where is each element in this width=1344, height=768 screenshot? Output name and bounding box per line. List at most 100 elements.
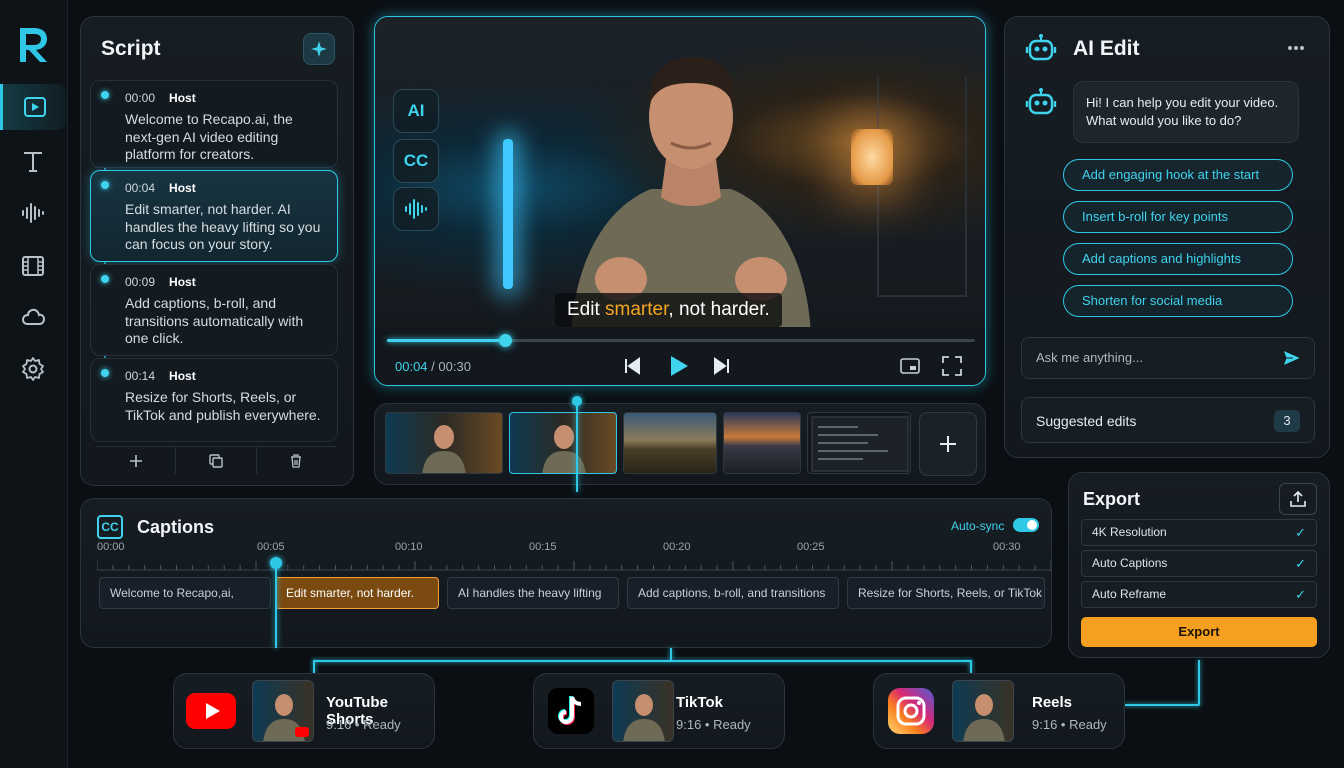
video-frame: AI CC Edit smarter, not harder. xyxy=(375,17,985,339)
platform-meta: 9:16 • Ready xyxy=(326,717,401,732)
suggested-edits-row[interactable]: Suggested edits 3 xyxy=(1021,397,1315,443)
suggestion-chip[interactable]: Add engaging hook at the start xyxy=(1063,159,1293,191)
clip-landscape[interactable] xyxy=(623,412,717,474)
bot-message: Hi! I can help you edit your video. What… xyxy=(1073,81,1299,143)
script-item[interactable]: 00:00 Host Welcome to Recapo.ai, the next… xyxy=(90,80,338,168)
sidebar-item-text[interactable] xyxy=(0,138,66,184)
progress-fill xyxy=(387,339,505,342)
ask-input[interactable]: Ask me anything... xyxy=(1021,337,1315,379)
trash-icon xyxy=(291,453,302,468)
connector-stem xyxy=(670,648,672,660)
progress-bar[interactable] xyxy=(387,334,975,347)
time-ruler[interactable] xyxy=(97,559,1051,571)
export-option-label: 4K Resolution xyxy=(1092,525,1167,539)
clip-sunset[interactable] xyxy=(723,412,801,474)
clip-playhead-knob[interactable] xyxy=(572,396,582,406)
add-line-button[interactable] xyxy=(96,447,177,474)
script-text: Edit smarter, not harder. AI handles the… xyxy=(125,201,321,252)
caption-segment[interactable]: Add captions, b-roll, and transitions xyxy=(627,577,839,609)
script-text: Welcome to Recapo.ai, the next-gen AI vi… xyxy=(125,111,293,162)
ruler-tick-label: 00:20 xyxy=(663,541,691,553)
connector-drop xyxy=(970,660,972,673)
subtitle-highlight: smarter xyxy=(605,299,669,320)
clip-presenter-image xyxy=(542,425,586,473)
clip-thumbnail-active[interactable] xyxy=(509,412,617,474)
sidebar-item-settings[interactable] xyxy=(0,346,66,392)
background-shelf xyxy=(877,77,967,297)
check-icon: ✓ xyxy=(1295,556,1306,571)
platform-thumbnail xyxy=(612,680,674,742)
presenter-thumbnail-image xyxy=(263,694,309,741)
pip-icon[interactable] xyxy=(899,355,921,377)
sidebar xyxy=(0,0,68,768)
audio-tool-button[interactable] xyxy=(393,187,439,231)
play-square-icon xyxy=(23,97,46,117)
suggestion-chip[interactable]: Add captions and highlights xyxy=(1063,243,1293,275)
clip-thumbnail[interactable] xyxy=(385,412,503,474)
ai-generate-button[interactable] xyxy=(303,33,335,65)
timeline-dot xyxy=(101,369,109,377)
plus-icon xyxy=(940,436,956,452)
export-option[interactable]: 4K Resolution ✓ xyxy=(1081,519,1317,546)
delete-button[interactable] xyxy=(257,447,336,474)
total-time: 00:30 xyxy=(438,359,471,374)
more-options-icon[interactable] xyxy=(1287,45,1305,51)
sidebar-item-audio[interactable] xyxy=(0,190,66,236)
caption-segment[interactable]: Resize for Shorts, Reels, or TikTok xyxy=(847,577,1045,609)
ruler-tick-label: 00:10 xyxy=(395,541,423,553)
platform-status: Ready xyxy=(363,717,401,732)
caption-segment-active[interactable]: Edit smarter, not harder. xyxy=(275,577,439,609)
app-logo[interactable] xyxy=(16,24,50,64)
fullscreen-icon[interactable] xyxy=(941,355,963,377)
sidebar-item-cloud[interactable] xyxy=(0,294,66,340)
export-connector xyxy=(1124,704,1200,706)
platform-card-tiktok[interactable]: TikTok 9:16 • Ready xyxy=(533,673,785,749)
export-option[interactable]: Auto Captions ✓ xyxy=(1081,550,1317,577)
suggestion-chip[interactable]: Insert b-roll for key points xyxy=(1063,201,1293,233)
sidebar-item-media[interactable] xyxy=(0,243,66,289)
progress-handle[interactable] xyxy=(498,334,512,347)
clip-playhead xyxy=(576,398,578,492)
lamp-light xyxy=(851,129,893,185)
upload-button[interactable] xyxy=(1279,483,1317,515)
screen-recording-image xyxy=(811,416,909,472)
platform-card-youtube[interactable]: YouTube Shorts 9:16 • Ready xyxy=(173,673,435,749)
platform-ratio: 9:16 xyxy=(326,717,352,732)
timecode: 00:04 / 00:30 xyxy=(395,359,471,374)
clip-strip xyxy=(374,403,986,485)
export-option[interactable]: Auto Reframe ✓ xyxy=(1081,581,1317,608)
ruler-tick-label: 00:15 xyxy=(529,541,557,553)
auto-sync-toggle[interactable] xyxy=(1013,518,1039,532)
script-item[interactable]: 00:09 Host Add captions, b-roll, and tran… xyxy=(90,264,338,356)
export-button[interactable]: Export xyxy=(1081,617,1317,647)
duplicate-icon xyxy=(209,453,223,468)
duplicate-button[interactable] xyxy=(176,447,257,474)
previous-icon[interactable] xyxy=(621,355,643,377)
script-speaker: Host xyxy=(169,369,196,383)
platform-card-reels[interactable]: Reels 9:16 • Ready xyxy=(873,673,1125,749)
script-item[interactable]: 00:14 Host Resize for Shorts, Reels, or T… xyxy=(90,358,338,442)
next-icon[interactable] xyxy=(711,355,733,377)
captions-tool-button[interactable]: CC xyxy=(393,139,439,183)
captions-playhead-knob[interactable] xyxy=(270,557,282,569)
export-title: Export xyxy=(1083,489,1141,509)
waveform-icon xyxy=(22,203,44,223)
add-clip-button[interactable] xyxy=(919,412,977,476)
script-speaker: Host xyxy=(169,91,196,105)
video-player[interactable]: AI CC Edit smarter, not harder. 00:04 / … xyxy=(374,16,986,386)
ai-tool-button[interactable]: AI xyxy=(393,89,439,133)
subtitle-text-end: , not harder. xyxy=(668,299,770,320)
sidebar-item-video[interactable] xyxy=(0,84,66,130)
script-item-active[interactable]: 00:04 Host Edit smarter, not harder. AI h… xyxy=(90,170,338,262)
suggestion-chip[interactable]: Shorten for social media xyxy=(1063,285,1293,317)
clip-screen-recording[interactable] xyxy=(807,412,911,474)
cloud-icon xyxy=(21,308,46,325)
send-icon[interactable] xyxy=(1282,349,1302,367)
robot-icon xyxy=(1025,34,1057,61)
caption-segment[interactable]: Welcome to Recapo,ai, xyxy=(99,577,271,609)
play-icon[interactable] xyxy=(665,353,691,379)
timeline-dot xyxy=(101,91,109,99)
platform-thumbnail xyxy=(952,680,1014,742)
platform-status: Ready xyxy=(1069,717,1107,732)
caption-segment[interactable]: AI handles the heavy lifting xyxy=(447,577,619,609)
